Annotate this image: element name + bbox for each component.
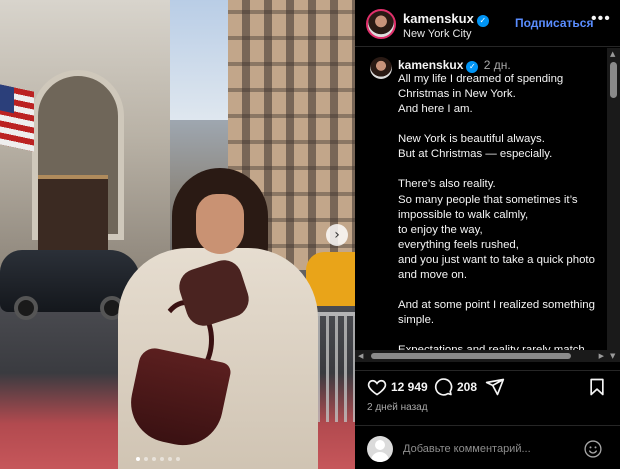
caption-line: and you just want to take a quick photo <box>398 253 595 266</box>
comment-icon <box>434 378 453 396</box>
comment-bar <box>355 425 620 469</box>
follow-button[interactable]: Подписаться <box>515 16 593 30</box>
bookmark-icon <box>590 378 604 396</box>
save-button[interactable] <box>587 377 607 397</box>
photo-face <box>196 194 244 254</box>
avatar[interactable] <box>366 9 396 39</box>
post-side-panel: kamenskux ✓ New York City Подписаться •••… <box>355 0 620 469</box>
emoji-button[interactable] <box>583 439 603 464</box>
likes-count[interactable]: 12 949 <box>391 380 428 394</box>
photo-person <box>118 168 318 469</box>
carousel-dot <box>152 457 156 461</box>
caption-line: But at Christmas — especially. <box>398 148 553 161</box>
caption-text: All my life I dreamed of spending Christm… <box>398 72 603 362</box>
comments-count[interactable]: 208 <box>457 380 477 394</box>
comment-input[interactable] <box>403 439 573 459</box>
vertical-scrollbar[interactable]: ▲ ▼ <box>607 48 620 362</box>
caption-line: All my life I dreamed of spending <box>398 73 564 85</box>
caption-paragraph-gap <box>398 283 603 298</box>
more-options-icon[interactable]: ••• <box>591 10 611 28</box>
caption-line: to enjoy the way, <box>398 223 483 236</box>
caption-line: So many people that sometimes it’s <box>398 193 578 206</box>
caption-line: New York is beautiful always. <box>398 133 545 146</box>
carousel-dots <box>136 457 180 461</box>
caption-line: impossible to walk calmly, <box>398 208 529 221</box>
comment-button[interactable]: 208 <box>433 377 477 397</box>
scroll-right-icon[interactable]: ▶ <box>599 350 604 362</box>
like-button[interactable]: 12 949 <box>367 377 428 397</box>
scroll-down-icon[interactable]: ▼ <box>610 352 615 360</box>
verified-icon: ✓ <box>476 15 489 27</box>
carousel-next-button[interactable]: › <box>326 224 348 246</box>
caption-line: And at some point I realized something <box>398 299 595 312</box>
header-location[interactable]: New York City <box>403 28 471 40</box>
caption-line: There’s also reality. <box>398 178 496 191</box>
photo-flag <box>0 84 34 152</box>
carousel-dot <box>144 457 148 461</box>
caption-area: kamenskux ✓ 2 дн. All my life I dreamed o… <box>355 48 620 362</box>
heart-icon <box>367 379 387 396</box>
header-username[interactable]: kamenskux <box>403 11 474 26</box>
scroll-up-icon[interactable]: ▲ <box>610 50 615 58</box>
caption-line: simple. <box>398 314 435 327</box>
caption-paragraph-gap <box>398 117 603 132</box>
header-username-row[interactable]: kamenskux ✓ <box>403 11 489 27</box>
caption-paragraph-gap <box>398 328 603 343</box>
post-date[interactable]: 2 дней назад <box>367 402 428 413</box>
action-bar: 12 949 208 <box>355 370 620 402</box>
scrollbar-thumb[interactable] <box>371 353 571 359</box>
caption-avatar[interactable] <box>370 57 392 79</box>
user-avatar <box>367 436 393 462</box>
photo-car-wheel <box>14 296 38 320</box>
caption-line: Christmas in New York. <box>398 88 516 101</box>
scrollbar-thumb[interactable] <box>610 62 617 98</box>
smiley-icon <box>584 440 602 458</box>
caption-header: kamenskux ✓ 2 дн. <box>398 58 511 73</box>
share-button[interactable] <box>485 377 505 397</box>
share-icon <box>485 378 505 396</box>
caption-username[interactable]: kamenskux <box>398 58 463 72</box>
caption-line: And here I am. <box>398 103 473 116</box>
caption-paragraph-gap <box>398 162 603 177</box>
carousel-dot <box>136 457 140 461</box>
carousel-dot <box>168 457 172 461</box>
scroll-left-icon[interactable]: ◀ <box>358 350 363 362</box>
horizontal-scrollbar[interactable]: ◀ ▶ <box>355 350 607 362</box>
caption-line: everything feels rushed, <box>398 238 519 251</box>
post-header: kamenskux ✓ New York City Подписаться ••• <box>355 0 620 47</box>
post-photo[interactable]: › <box>0 0 355 469</box>
photo-sky <box>165 0 235 120</box>
caption-time: 2 дн. <box>483 58 511 72</box>
carousel-dot <box>176 457 180 461</box>
carousel-dot <box>160 457 164 461</box>
photo-door <box>38 175 108 255</box>
caption-line: and move on. <box>398 269 468 282</box>
